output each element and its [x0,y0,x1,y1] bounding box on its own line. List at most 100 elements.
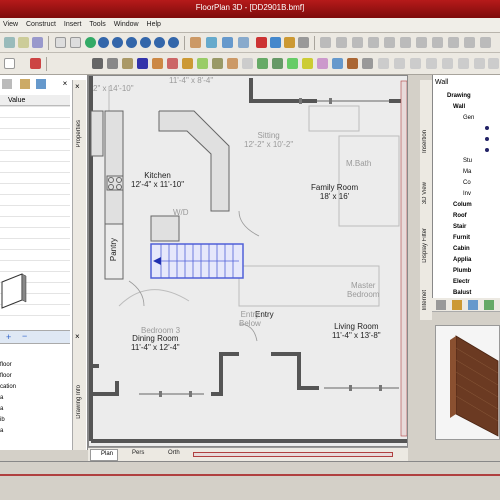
tab-drawing-info[interactable]: Drawing Info [76,385,82,419]
electric-icon[interactable] [317,58,328,69]
plumbing-icon[interactable] [242,58,253,69]
symbol3-icon[interactable] [410,58,421,69]
arrow-down-icon[interactable] [384,37,395,48]
list-item[interactable]: ib [0,417,5,423]
prop-tool-icon[interactable] [2,79,12,89]
new-icon[interactable] [4,37,15,48]
tree-node-appliance[interactable]: Applia [453,257,471,263]
prop-sort-icon[interactable] [36,79,46,89]
cabinet-icon[interactable] [182,58,193,69]
group-icon[interactable] [432,37,443,48]
rotate-icon[interactable] [480,37,491,48]
column-icon[interactable] [167,58,178,69]
list-item[interactable]: floor [0,373,12,379]
tree-node-general[interactable]: Gen [463,115,474,121]
text-icon[interactable] [332,58,343,69]
catalog-icon[interactable] [484,300,494,310]
tree-node-electrical[interactable]: Electr [453,279,470,285]
prop-filter-icon[interactable] [20,79,30,89]
horizontal-scrollbar[interactable] [193,452,393,457]
plant-icon[interactable] [197,58,208,69]
symbol8-icon[interactable] [488,58,499,69]
room-kitchen[interactable]: Kitchen 12'-4" x 11'-10" [131,171,184,189]
room-pantry[interactable]: Pantry [109,238,118,261]
hand-icon[interactable] [190,37,201,48]
tab-3d-view[interactable]: 3D View [422,182,428,204]
symbol5-icon[interactable] [442,58,453,69]
library-icon[interactable] [468,300,478,310]
tree-node-column[interactable]: Colum [453,202,472,208]
layer-combo[interactable] [4,58,15,69]
distribute-icon[interactable] [416,37,427,48]
tree-node-plumbing[interactable]: Plumb [453,268,471,274]
undo-icon[interactable] [85,37,96,48]
menu-tools[interactable]: Tools [86,18,108,28]
select-icon[interactable] [92,58,103,69]
cut-icon[interactable] [55,37,66,48]
window-icon[interactable] [352,37,363,48]
room-dining-room[interactable]: Dining Room 11'-4" x 12'-4" [131,334,180,352]
light-icon[interactable] [302,58,313,69]
tree-node-furniture[interactable]: Furnit [453,235,470,241]
mirror-icon[interactable] [464,37,475,48]
tree-node-material[interactable]: Ma [463,169,471,175]
list-item[interactable]: cation [0,384,16,390]
zoom-in-icon[interactable] [98,37,109,48]
ungroup-icon[interactable] [448,37,459,48]
deck-icon[interactable] [362,58,373,69]
table-icon[interactable] [270,37,281,48]
insert-icon[interactable] [436,300,446,310]
zoom-prev-icon[interactable] [168,37,179,48]
pencil-icon[interactable] [256,37,267,48]
tree-node-stair[interactable]: Stair [453,224,466,230]
list-item[interactable]: a [0,428,3,434]
tree-node-balustrade[interactable]: Balust [453,290,471,296]
camera-icon[interactable] [206,37,217,48]
symbol-icon[interactable] [378,58,389,69]
add-layer-icon[interactable]: + [6,332,11,342]
symbol7-icon[interactable] [474,58,485,69]
symbol6-icon[interactable] [458,58,469,69]
print-icon[interactable] [222,37,233,48]
landscape-icon[interactable] [257,58,268,69]
tree-node-cabinet[interactable]: Cabin [453,246,470,252]
room-icon[interactable] [122,58,133,69]
arrow-up-icon[interactable] [368,37,379,48]
save-icon[interactable] [32,37,43,48]
render-icon[interactable] [238,37,249,48]
copy-icon[interactable] [70,37,81,48]
roof-icon[interactable] [152,58,163,69]
appliance-icon[interactable] [227,58,238,69]
tree-node-inventory[interactable]: Inv [463,191,471,197]
tab-properties[interactable]: Properties [76,120,82,147]
open-icon[interactable] [18,37,29,48]
3d-preview[interactable] [435,325,500,440]
menu-view[interactable]: View [0,18,21,28]
align-icon[interactable] [400,37,411,48]
stair-icon[interactable] [137,58,148,69]
tab-pers[interactable]: Pers [132,450,144,456]
room-living-room[interactable]: Living Room 11'-4" x 13'-8" [332,322,381,340]
list-item[interactable]: a [0,406,3,412]
dimension-icon[interactable] [298,37,309,48]
room-family-room[interactable]: Family Room 18' x 16' [311,183,358,201]
close-icon[interactable]: × [75,332,80,341]
zoom-out-icon[interactable] [112,37,123,48]
close-icon[interactable]: × [60,79,70,89]
terrain-icon[interactable] [272,58,283,69]
tree-icon[interactable] [287,58,298,69]
menu-construct[interactable]: Construct [23,18,59,28]
tab-plan[interactable]: Plan [90,449,118,461]
door-icon[interactable] [336,37,347,48]
zoom-window-icon[interactable] [126,37,137,48]
list-item[interactable]: a [0,395,3,401]
list-item[interactable]: floor [0,362,12,368]
tree-node-roof[interactable]: Roof [453,213,467,219]
material-icon[interactable] [284,37,295,48]
furniture-icon[interactable] [212,58,223,69]
zoom-fit-icon[interactable] [140,37,151,48]
folder-icon[interactable] [452,300,462,310]
tab-display-filter[interactable]: Display Filter [422,228,428,263]
zoom-all-icon[interactable] [154,37,165,48]
symbol2-icon[interactable] [394,58,405,69]
